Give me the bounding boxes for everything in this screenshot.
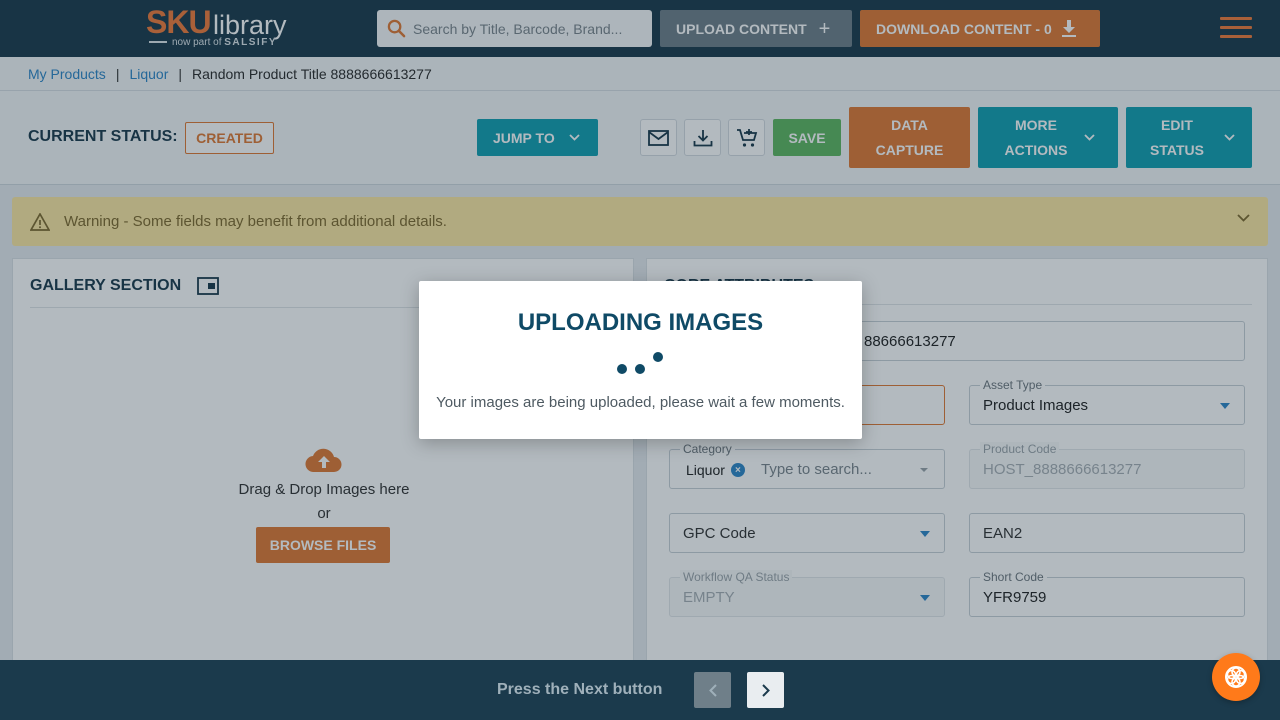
tour-footer-bar: Press the Next button: [0, 660, 1280, 720]
next-button[interactable]: [747, 672, 784, 708]
loading-spinner-icon: [616, 350, 666, 374]
previous-button[interactable]: [694, 672, 731, 708]
modal-message: Your images are being uploaded, please w…: [436, 394, 845, 411]
modal-title: UPLOADING IMAGES: [517, 309, 764, 336]
help-lifebuoy-icon: [1225, 666, 1247, 688]
chevron-left-icon: [708, 683, 717, 697]
tour-instruction-text: Press the Next button: [497, 681, 663, 698]
chevron-right-icon: [761, 683, 770, 697]
help-button[interactable]: [1212, 653, 1260, 701]
uploading-images-modal: UPLOADING IMAGES Your images are being u…: [419, 281, 862, 439]
